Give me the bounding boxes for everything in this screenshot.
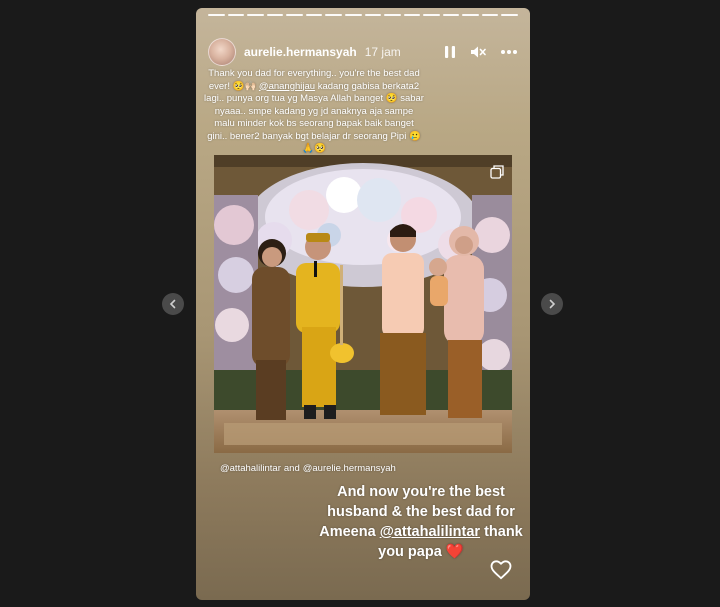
next-story-button[interactable] [541, 293, 563, 315]
progress-segment [501, 14, 518, 16]
story-caption: Thank you dad for everything.. you're th… [204, 68, 424, 156]
progress-segment [208, 14, 225, 16]
story-progress-bar [208, 14, 518, 16]
username[interactable]: aurelie.hermansyah [244, 45, 357, 59]
multi-photo-icon [490, 165, 504, 179]
heart-emoji: ❤️ [445, 544, 464, 560]
progress-segment [403, 14, 421, 16]
story-card[interactable]: aurelie.hermansyah 17 jam Thank you dad … [196, 8, 530, 600]
photo-illustration [214, 155, 512, 453]
story-header: aurelie.hermansyah 17 jam [208, 38, 518, 66]
chevron-right-icon [549, 299, 556, 309]
more-icon[interactable] [500, 49, 518, 55]
progress-segment [305, 14, 323, 16]
post-time: 17 jam [364, 45, 401, 59]
family-photo[interactable] [214, 155, 512, 453]
mute-icon[interactable] [470, 45, 486, 59]
progress-segment [384, 14, 401, 16]
progress-segment [364, 14, 382, 16]
progress-segment [344, 14, 362, 16]
caption-mention[interactable]: @ananghijau [259, 81, 315, 92]
story-message: And now you're the best husband & the be… [318, 482, 524, 562]
progress-segment [481, 14, 499, 16]
progress-segment [247, 14, 264, 16]
pause-icon[interactable] [444, 45, 456, 59]
tag-joiner: and [283, 463, 300, 474]
progress-segment [325, 14, 342, 16]
chevron-left-icon [169, 299, 176, 309]
photo-tags: @attahalilintar and @aurelie.hermansyah [220, 463, 396, 474]
progress-segment [442, 14, 460, 16]
heart-icon[interactable] [490, 560, 512, 580]
progress-segment [286, 14, 303, 16]
avatar[interactable] [208, 38, 236, 66]
progress-segment [462, 14, 479, 16]
progress-segment [227, 14, 245, 16]
tag-attahalilintar[interactable]: @attahalilintar [220, 463, 281, 474]
message-mention[interactable]: @attahalilintar [380, 524, 480, 540]
progress-segment [266, 14, 284, 16]
progress-segment [423, 14, 440, 16]
tag-aurelie[interactable]: @aurelie.hermansyah [303, 463, 396, 474]
previous-story-button[interactable] [162, 293, 184, 315]
